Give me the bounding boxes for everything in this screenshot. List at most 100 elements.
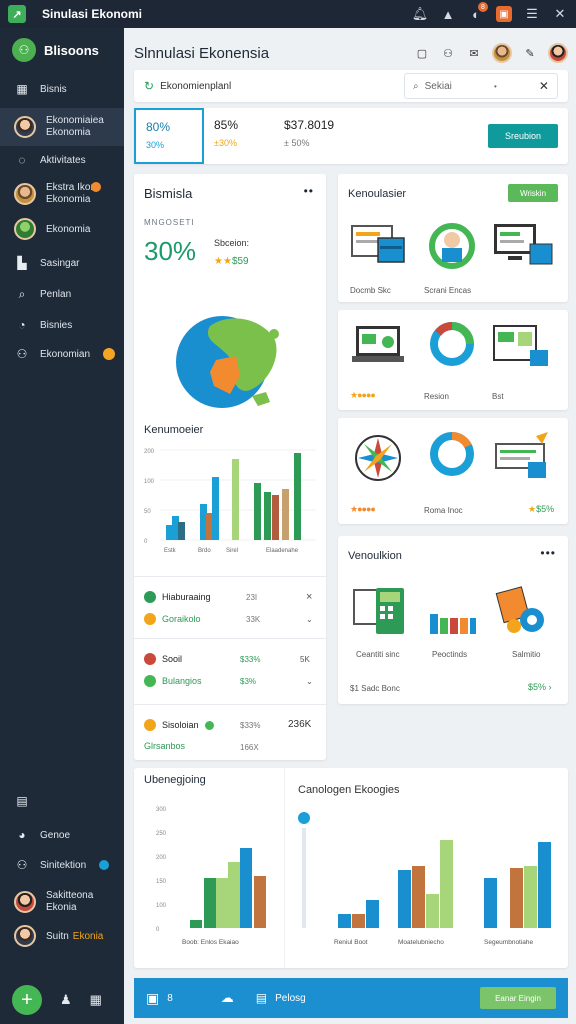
- sidebar-item-suitn[interactable]: Suitn Ekonia: [0, 924, 124, 948]
- more-icon[interactable]: ••: [304, 184, 314, 198]
- avatar: [14, 183, 36, 205]
- clear-icon[interactable]: ✕: [539, 79, 549, 93]
- brand-icon: ⚇: [12, 38, 36, 62]
- card-footer-label: $1 Sadc Bonc: [350, 684, 400, 693]
- sidebar-item-label: Genoe: [40, 829, 71, 841]
- x-tick-label: Brdo: [198, 548, 211, 554]
- refresh-icon: ↻: [144, 79, 155, 93]
- users-icon[interactable]: ⚇: [440, 45, 456, 61]
- list-item[interactable]: Sisoloian Glrsanbos $33% 166X 236K: [134, 704, 326, 760]
- bell-icon[interactable]: 🔔︎: [412, 6, 429, 22]
- x-tick-label: Segeumbnotiahe: [484, 939, 534, 946]
- sidebar-item-aktivitates[interactable]: ◌ Aktivitates: [0, 150, 124, 170]
- chart-bar: [338, 914, 351, 928]
- settings-icon[interactable]: ✎: [522, 45, 538, 61]
- sidebar-item-sakitteona[interactable]: Sakitteona Ekonia: [0, 888, 124, 916]
- stat-tile[interactable]: $37.8019 ± 50%: [274, 108, 384, 164]
- mini-label: Sbceion:: [214, 238, 250, 248]
- sidebar-item-ekstra[interactable]: Ekstra Ikon Ekonomia: [0, 178, 124, 210]
- stat-tile[interactable]: 85% ±30%: [204, 108, 274, 164]
- illustration-label: Roma Inoc: [424, 506, 463, 515]
- apps-icon[interactable]: ▦: [90, 992, 102, 1008]
- sidebar-item-document[interactable]: ▤: [0, 792, 124, 810]
- image-icon[interactable]: ▲: [440, 6, 456, 22]
- search-input[interactable]: ⌕ Sekiai • ✕: [404, 73, 558, 99]
- rating-stars: ★★: [214, 256, 232, 267]
- rating-stars: ★●●●●: [350, 504, 376, 514]
- search-label: Ekonomienplanl: [160, 80, 232, 92]
- chat-icon[interactable]: ▢: [414, 45, 430, 61]
- sidebar-item-bisnis[interactable]: ▦ Bisnis: [0, 78, 124, 100]
- x-tick-label: Moatelubniecho: [398, 939, 444, 946]
- divider: [284, 768, 285, 968]
- avatar[interactable]: [492, 43, 512, 63]
- bottom-chart-card: Ubenegjoing Canologen Ekoogies 300 250 200…: [134, 768, 568, 968]
- brand[interactable]: ⚇ Blisoons: [12, 38, 99, 62]
- card-action-button[interactable]: Wriskin: [508, 184, 558, 202]
- card-subtitle: MNGOSETI: [144, 218, 195, 227]
- info-icon[interactable]: 8: [167, 993, 173, 1004]
- chart-bar: [398, 870, 411, 928]
- big-percentage: 30%: [144, 236, 197, 266]
- progress-card: ★●●●● Resion Bst: [338, 310, 568, 410]
- status-dot: [144, 613, 156, 625]
- list-item[interactable]: Sooil Bulangios $33% $3% 5K ⌄: [134, 638, 326, 704]
- card-footer-value[interactable]: $5% ›: [528, 682, 552, 692]
- sidebar-item-penlan[interactable]: ⌕ Penlan: [0, 284, 124, 304]
- sidebar-item-sublabel: Ekonomia: [46, 194, 91, 205]
- app-icon[interactable]: ▣: [496, 6, 512, 22]
- avatar[interactable]: [548, 43, 568, 63]
- bottom-label: Pelosg: [275, 992, 306, 1004]
- chart-bar: [352, 914, 365, 928]
- chevron-down-icon[interactable]: ⌄: [306, 677, 313, 686]
- chart-bar: [412, 866, 425, 928]
- more-icon[interactable]: •••: [540, 546, 556, 560]
- chart-bar: [228, 862, 240, 928]
- compass-icon: [355, 435, 401, 481]
- sidebar-item-label: Sasingar: [40, 257, 80, 269]
- sidebar-item-bisnies[interactable]: ◔ Bisnies: [0, 315, 124, 335]
- search-icon: ⌕: [413, 80, 419, 92]
- close-icon[interactable]: ✕: [552, 6, 568, 22]
- sidebar-item-sinitektion[interactable]: ⚇ Sinitektion: [0, 856, 124, 874]
- bottom-action-button[interactable]: Eanar Eingin: [480, 987, 556, 1009]
- sidebar-item-sasingar[interactable]: ▙ Sasingar: [0, 253, 124, 273]
- close-icon[interactable]: ×: [306, 591, 312, 603]
- illustration-label: Docmb Skc: [350, 286, 391, 295]
- chart-bar: [178, 522, 185, 540]
- sidebar-item-ekonomia-2[interactable]: Ekonomia: [0, 218, 124, 240]
- sidebar-item-label: Ekstra Ikon: [46, 182, 97, 193]
- chart-bar: [206, 513, 213, 540]
- add-button[interactable]: +: [12, 985, 42, 1015]
- mail-icon[interactable]: ✉: [466, 45, 482, 61]
- chart-title: Kenumoeier: [144, 424, 204, 436]
- cloud-icon[interactable]: ☁: [221, 990, 234, 1006]
- list-item[interactable]: Hiaburaaing Goraikolo 23I 33K × ⌄: [134, 576, 326, 638]
- list-item-value: 5K: [300, 655, 310, 664]
- illustration-label: Resion: [424, 392, 449, 401]
- people-icon: ⚇: [16, 858, 28, 872]
- x-tick-label: Boob: Enlos Ekaiao: [182, 939, 239, 946]
- notification-icon[interactable]: ◐ 8: [468, 2, 488, 22]
- search-placeholder: Sekiai: [424, 80, 452, 92]
- scroll-track: [302, 828, 306, 928]
- mini-value: ★★$59: [214, 256, 249, 267]
- calculator-illustration-icon: [353, 588, 404, 634]
- person-icon[interactable]: ♟: [60, 992, 72, 1008]
- list-item-subtitle: Glrsanbos: [144, 741, 186, 751]
- chat-icon[interactable]: ▤: [256, 991, 267, 1005]
- chevron-down-icon[interactable]: ⌄: [306, 615, 313, 624]
- laptop-illustration-icon: [352, 326, 404, 362]
- sidebar-item-label: Ekonomia: [46, 223, 91, 235]
- stat-tile[interactable]: 80% 30%: [134, 108, 204, 164]
- activity-icon: ◌: [18, 153, 26, 167]
- image-icon[interactable]: ▣: [146, 990, 159, 1007]
- sidebar-item-label: Aktivitates: [40, 154, 86, 166]
- stats-action-button[interactable]: Sreubion: [488, 124, 558, 148]
- menu-icon[interactable]: ☰: [524, 6, 540, 22]
- sidebar-item-genoe[interactable]: ◕ Genoe: [0, 826, 124, 844]
- chart-bar: [232, 459, 239, 540]
- sidebar-item-ekonomia[interactable]: Ekonomiaiea Ekonomia: [0, 108, 124, 146]
- sidebar-item-ekonomian[interactable]: ⚇ Ekonomian: [0, 344, 124, 364]
- app-logo-icon: ↗: [8, 5, 26, 23]
